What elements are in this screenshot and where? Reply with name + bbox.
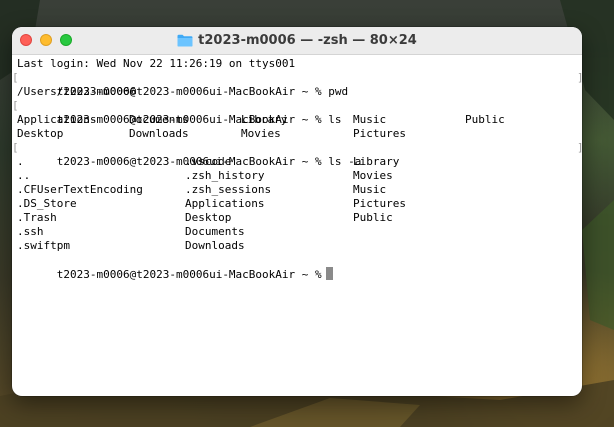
ls-a-output-row: .swiftpm Downloads [17,239,582,253]
mark-bracket-left: [ [12,141,19,154]
ls-entry: .DS_Store [17,197,77,210]
command-line: [t2023-m0006@t2023-m0006ui-MacBookAir ~ … [12,71,582,98]
ls-a-output-row: .Trash Desktop Public [17,211,582,225]
ls-entry: Desktop [185,211,232,224]
ls-entry: Pictures [353,197,406,210]
ls-entry: Music [353,183,387,196]
ls-entry: Applications [185,197,265,210]
ls-entry: Desktop [17,127,64,140]
ls-a-output-row: .CFUserTextEncoding .zsh_sessions Music [17,183,582,197]
ls-entry: Library [353,155,400,168]
ls-entry: Library [241,113,288,126]
ls-entry: Movies [353,169,393,182]
ls-entry [353,225,521,239]
mark-bracket-right: ] [577,71,582,85]
ls-entry: Downloads [185,239,245,252]
active-prompt-line[interactable]: t2023-m0006@t2023-m0006ui-MacBookAir ~ % [17,253,582,281]
mark-bracket-left: [ [12,71,19,84]
ls-output-row: Desktop Downloads Movies Pictures [17,127,582,141]
window-title-group: t2023-m0006 — -zsh — 80×24 [12,27,582,54]
ls-entry: .ssh [17,225,44,238]
ls-entry: Applications [17,113,97,126]
ls-entry: .CFUserTextEncoding [17,183,143,196]
ls-entry: Pictures [353,127,406,140]
ls-a-output-row: .. .zsh_history Movies [17,169,582,183]
ls-entry: .. [17,169,31,182]
prompt: t2023-m0006@t2023-m0006ui-MacBookAir ~ % [56,268,322,281]
ls-a-output-row: .DS_Store Applications Pictures [17,197,582,211]
ls-entry: Documents [129,113,189,126]
ls-entry: Downloads [129,127,189,140]
terminal-window: t2023-m0006 — -zsh — 80×24 Last login: W… [12,27,582,396]
mark-bracket-right: ] [577,141,582,155]
mark-bracket-left: [ [12,99,19,112]
ls-entry: Public [465,113,505,126]
command-line: [t2023-m0006@t2023-m0006ui-MacBookAir ~ … [12,99,582,126]
ls-output-row: Applications Documents Library Music Pub… [17,113,582,127]
ls-entry: Music [353,113,387,126]
ls-entry: Documents [185,225,245,238]
ls-entry: Movies [241,127,281,140]
window-title: t2023-m0006 — -zsh — 80×24 [198,33,417,48]
terminal-output[interactable]: Last login: Wed Nov 22 11:26:19 on ttys0… [12,55,582,396]
ls-entry: .zsh_sessions [185,183,272,196]
ls-entry: .Trash [17,211,57,224]
folder-icon [177,34,193,47]
ls-entry: .vscode [185,155,232,168]
text-cursor [325,267,333,280]
ls-entry [353,239,521,253]
last-login-line: Last login: Wed Nov 22 11:26:19 on ttys0… [17,57,296,70]
ls-a-output-row: .ssh Documents [17,225,582,239]
ls-entry: . [17,155,24,168]
ls-a-output-row: . .vscode Library [17,155,582,169]
output-line: /Users/t2023-m0006 [17,85,137,98]
command-line: [t2023-m0006@t2023-m0006ui-MacBookAir ~ … [12,141,582,168]
title-bar[interactable]: t2023-m0006 — -zsh — 80×24 [12,27,582,55]
ls-entry: Public [353,211,393,224]
ls-entry: .zsh_history [185,169,265,182]
ls-entry: .swiftpm [17,239,70,252]
